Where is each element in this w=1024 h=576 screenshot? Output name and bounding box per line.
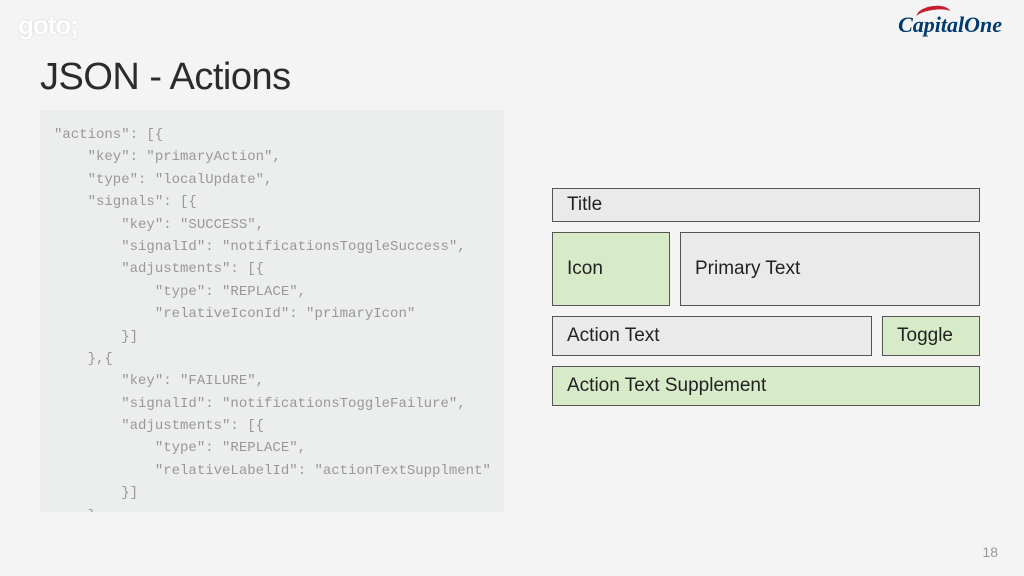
diagram-icon-box: Icon [552,232,670,306]
json-code-block: "actions": [{ "key": "primaryAction", "t… [40,110,504,512]
page-title: JSON - Actions [40,56,291,99]
diagram-primary-text-box: Primary Text [680,232,980,306]
diagram-supplement-box: Action Text Supplement [552,366,980,406]
ui-schema-diagram: Title Icon Primary Text Action Text Togg… [552,188,980,416]
capital-one-text: CapitalOne [898,12,1002,37]
diagram-action-text-box: Action Text [552,316,872,356]
diagram-toggle-box: Toggle [882,316,980,356]
diagram-title-box: Title [552,188,980,222]
goto-logo: goto; [18,10,78,41]
capital-one-logo: CapitalOne [898,12,1002,38]
page-number: 18 [982,544,998,560]
